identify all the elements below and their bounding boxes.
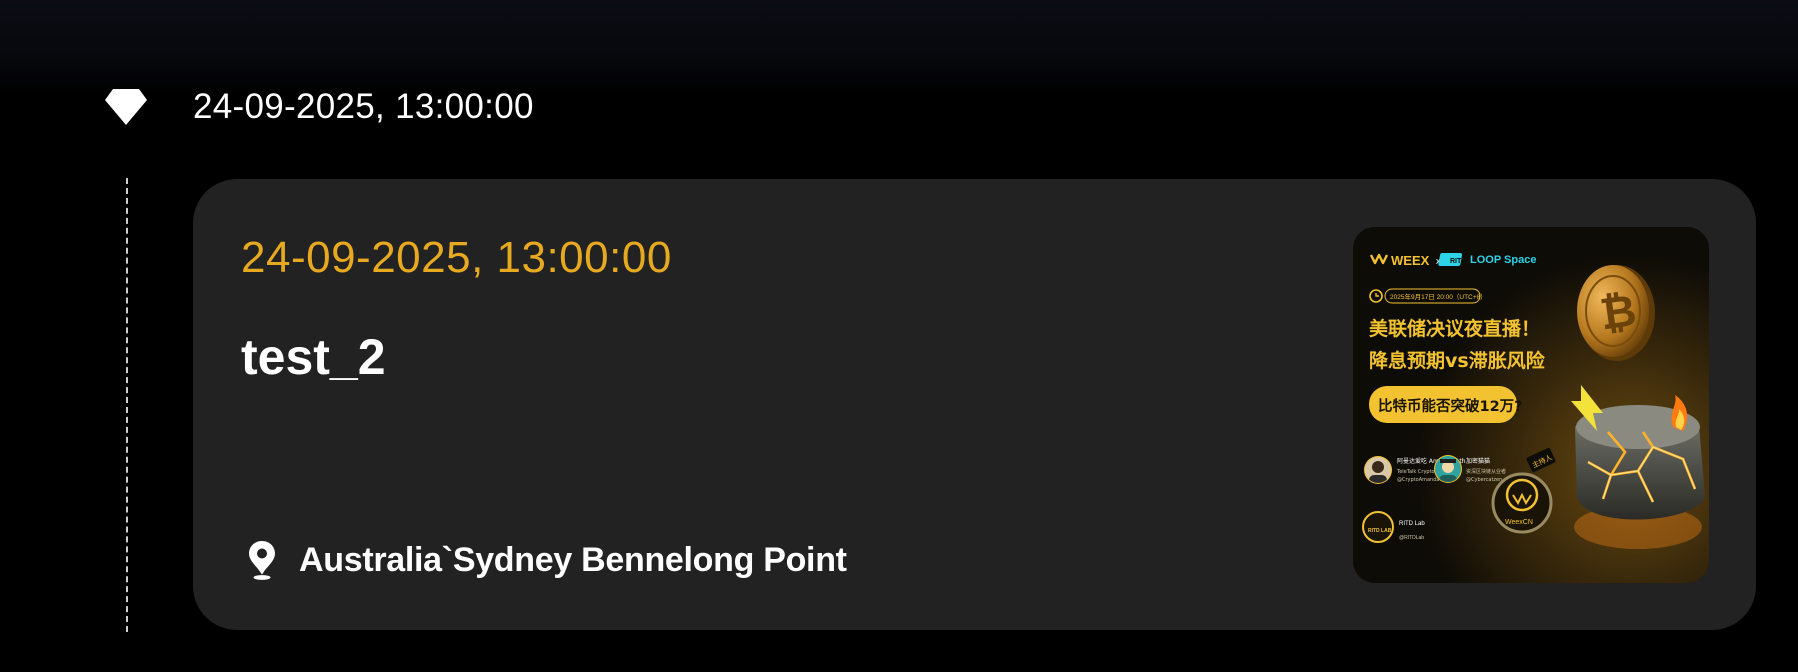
event-date: 24-09-2025, 13:00:00: [241, 233, 672, 282]
event-title[interactable]: test_2: [241, 327, 386, 387]
map-pin-icon: [249, 541, 275, 580]
svg-text:@CryptoAmanda: @CryptoAmanda: [1397, 477, 1439, 483]
svg-text:@Cybercatzen: @Cybercatzen: [1466, 477, 1502, 483]
poster-graphic: WEEX x RITD LOOP Space 2025年9月17日 20:00（…: [1353, 227, 1709, 583]
event-poster[interactable]: WEEX x RITD LOOP Space 2025年9月17日 20:00（…: [1353, 227, 1709, 583]
poster-schedule-text: 2025年9月17日 20:00（UTC+8）: [1390, 292, 1487, 301]
location-text: Australia`Sydney Bennelong Point: [299, 540, 847, 579]
svg-text:加密猫猫: 加密猫猫: [1466, 457, 1490, 465]
svg-text:资深区块链从业者: 资深区块链从业者: [1466, 468, 1506, 475]
poster-headline-2: 降息预期vs滞胀风险: [1369, 349, 1546, 372]
svg-text:RITD Lab: RITD Lab: [1399, 521, 1425, 527]
svg-text:@RITDLab: @RITDLab: [1399, 535, 1424, 541]
poster-question: 比特币能否突破12万?: [1378, 397, 1523, 415]
poster-header: WEEX x RITD LOOP Space: [1369, 253, 1536, 268]
poster-partner-badge: RITD: [1450, 258, 1466, 265]
timeline-date: 24-09-2025, 13:00:00: [193, 87, 534, 126]
poster-brand: WEEX: [1391, 253, 1430, 268]
svg-text:₿: ₿: [1597, 285, 1640, 340]
top-fade: [0, 0, 1798, 95]
svg-text:WeexCN: WeexCN: [1505, 519, 1533, 526]
timeline-connector: [126, 178, 128, 632]
event-card[interactable]: 24-09-2025, 13:00:00 test_2 Australia`Sy…: [193, 179, 1756, 630]
event-location: Australia`Sydney Bennelong Point: [247, 536, 847, 584]
svg-text:RITD LAB: RITD LAB: [1368, 528, 1392, 534]
poster-headline-1: 美联储决议夜直播！: [1369, 317, 1540, 340]
poster-partner: LOOP Space: [1470, 254, 1536, 266]
diamond-icon: [105, 89, 147, 125]
